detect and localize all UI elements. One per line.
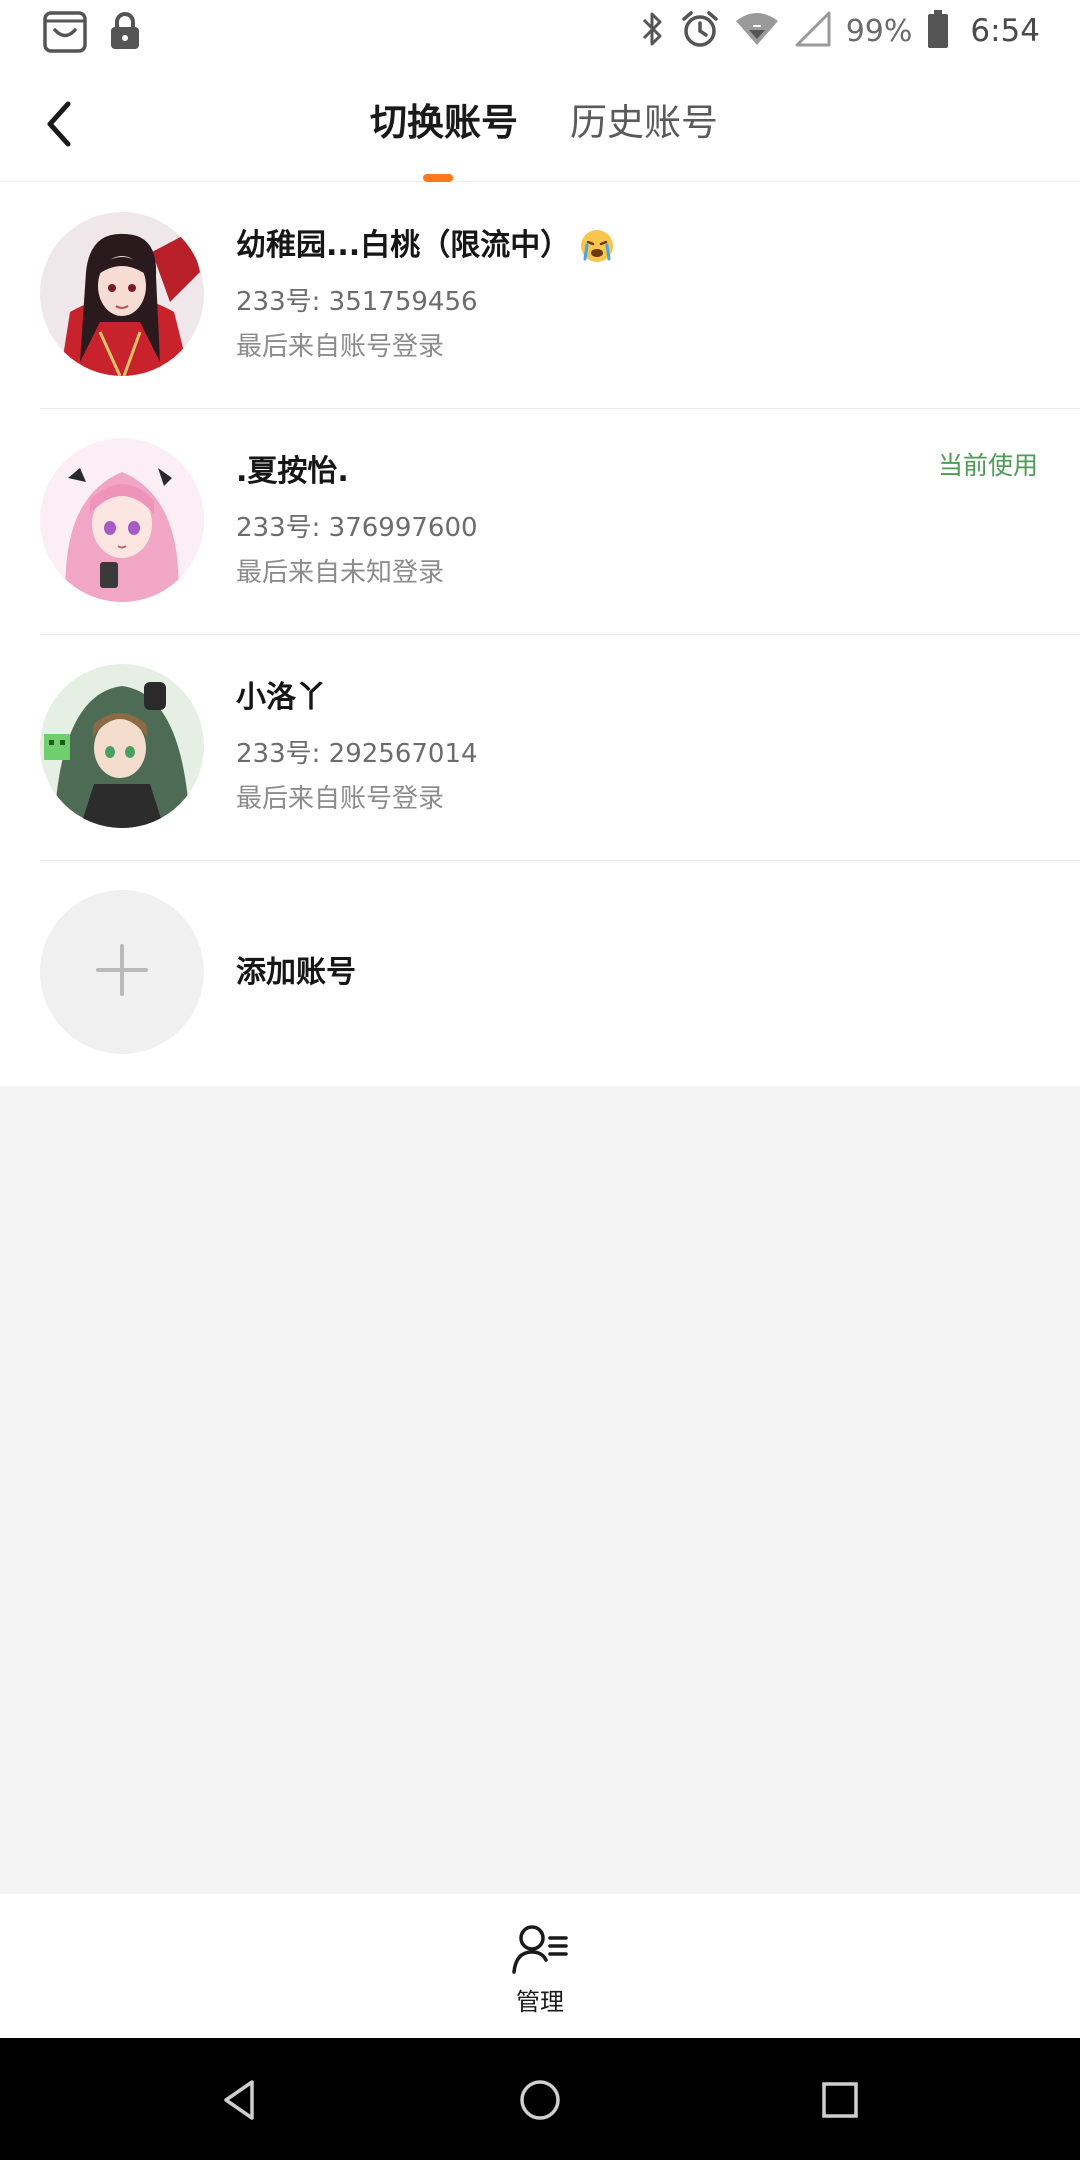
account-list: 幼稚园...白桃（限流中） 233号: 351759456 最后来自账号登录 .… bbox=[0, 182, 1080, 1086]
current-account-badge: 当前使用 bbox=[937, 451, 1038, 480]
account-name: 幼稚园...白桃（限流中） bbox=[236, 226, 614, 266]
nav-back-icon[interactable] bbox=[218, 2078, 262, 2122]
bluetooth-icon bbox=[640, 9, 666, 53]
user-manage-icon bbox=[512, 1924, 568, 1978]
lock-icon bbox=[108, 11, 142, 55]
manage-label: 管理 bbox=[516, 1988, 564, 2016]
account-name-text: 幼稚园...白桃（限流中） bbox=[236, 228, 571, 263]
nav-home-icon[interactable] bbox=[518, 2078, 562, 2122]
account-last-login: 最后来自未知登录 bbox=[236, 558, 445, 588]
add-account-label: 添加账号 bbox=[236, 955, 356, 990]
back-button[interactable] bbox=[40, 96, 80, 152]
account-name-text: 小洛丫 bbox=[236, 680, 326, 715]
avatar bbox=[40, 438, 204, 602]
header: 切换账号 历史账号 bbox=[0, 64, 1080, 182]
bottom-bar: 管理 bbox=[0, 1894, 1080, 2038]
add-account-button[interactable] bbox=[40, 890, 204, 1054]
clock-time: 6:54 bbox=[970, 13, 1040, 49]
shopping-bag-icon bbox=[42, 8, 88, 58]
plus-icon bbox=[96, 944, 148, 1000]
account-name-text: .夏按怡. bbox=[236, 454, 349, 489]
avatar bbox=[40, 664, 204, 828]
account-name: .夏按怡. bbox=[236, 452, 349, 492]
manage-button[interactable]: 管理 bbox=[500, 1924, 580, 2024]
account-last-login: 最后来自账号登录 bbox=[236, 784, 445, 814]
account-row[interactable]: 幼稚园...白桃（限流中） 233号: 351759456 最后来自账号登录 bbox=[0, 182, 1080, 408]
battery-percent: 99% bbox=[845, 13, 913, 49]
chevron-left-icon bbox=[40, 101, 80, 156]
account-id: 233号: 351759456 bbox=[236, 287, 478, 317]
account-row[interactable]: .夏按怡. 当前使用 233号: 376997600 最后来自未知登录 bbox=[0, 408, 1080, 634]
account-id: 233号: 292567014 bbox=[236, 739, 478, 769]
battery-icon bbox=[926, 9, 950, 53]
account-row[interactable]: 小洛丫 233号: 292567014 最后来自账号登录 bbox=[0, 634, 1080, 860]
wifi-icon bbox=[734, 9, 780, 53]
account-id: 233号: 376997600 bbox=[236, 513, 478, 543]
alarm-icon bbox=[680, 9, 720, 53]
tab-switch-account[interactable]: 切换账号 bbox=[370, 98, 518, 148]
active-tab-indicator bbox=[423, 174, 453, 182]
account-name: 小洛丫 bbox=[236, 678, 326, 718]
avatar bbox=[40, 212, 204, 376]
add-account-row[interactable]: 添加账号 bbox=[0, 860, 1080, 1086]
status-bar: 99% 6:54 bbox=[0, 0, 1080, 64]
crying-face-emoji-icon bbox=[580, 229, 614, 263]
nav-recents-icon[interactable] bbox=[818, 2078, 862, 2122]
account-last-login: 最后来自账号登录 bbox=[236, 332, 445, 362]
signal-icon bbox=[794, 9, 832, 53]
tab-history-account[interactable]: 历史账号 bbox=[570, 98, 718, 148]
system-navigation-bar bbox=[0, 2038, 1080, 2160]
